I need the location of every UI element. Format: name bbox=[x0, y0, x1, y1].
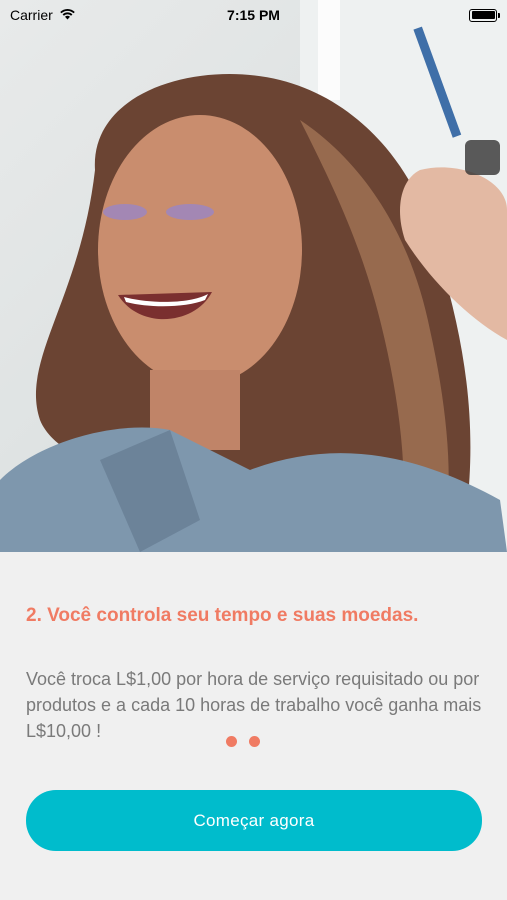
status-time: 7:15 PM bbox=[227, 7, 280, 23]
status-bar: Carrier 7:15 PM bbox=[0, 0, 507, 30]
battery-icon bbox=[469, 8, 500, 22]
onboarding-panel: 2. Você controla seu tempo e suas moedas… bbox=[0, 552, 507, 900]
hero-photo bbox=[0, 0, 507, 552]
page-dot[interactable] bbox=[226, 736, 237, 747]
onboarding-description: Você troca L$1,00 por hora de serviço re… bbox=[26, 669, 482, 741]
wifi-icon bbox=[59, 7, 76, 23]
page-indicator[interactable] bbox=[226, 736, 260, 747]
carrier-label: Carrier bbox=[10, 7, 53, 23]
start-now-button[interactable]: Começar agora bbox=[26, 790, 482, 851]
page-dot[interactable] bbox=[249, 736, 260, 747]
onboarding-heading: 2. Você controla seu tempo e suas moedas… bbox=[26, 605, 419, 626]
hero-illustration bbox=[0, 0, 507, 552]
